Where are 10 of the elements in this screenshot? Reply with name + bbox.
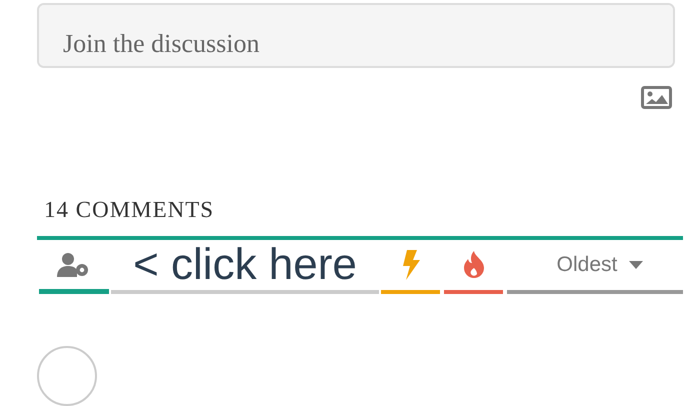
comment-field[interactable]: Join the discussion <box>37 3 675 68</box>
lightning-icon <box>402 250 420 280</box>
sort-dropdown[interactable]: Oldest <box>507 240 683 294</box>
annotation-text: < click here <box>133 240 357 290</box>
user-gear-icon <box>57 252 91 278</box>
flame-icon <box>462 251 484 279</box>
avatar <box>37 346 97 406</box>
caret-icon <box>629 261 644 269</box>
image-icon[interactable] <box>641 86 672 109</box>
comment-count: 14 COMMENTS <box>44 197 216 223</box>
